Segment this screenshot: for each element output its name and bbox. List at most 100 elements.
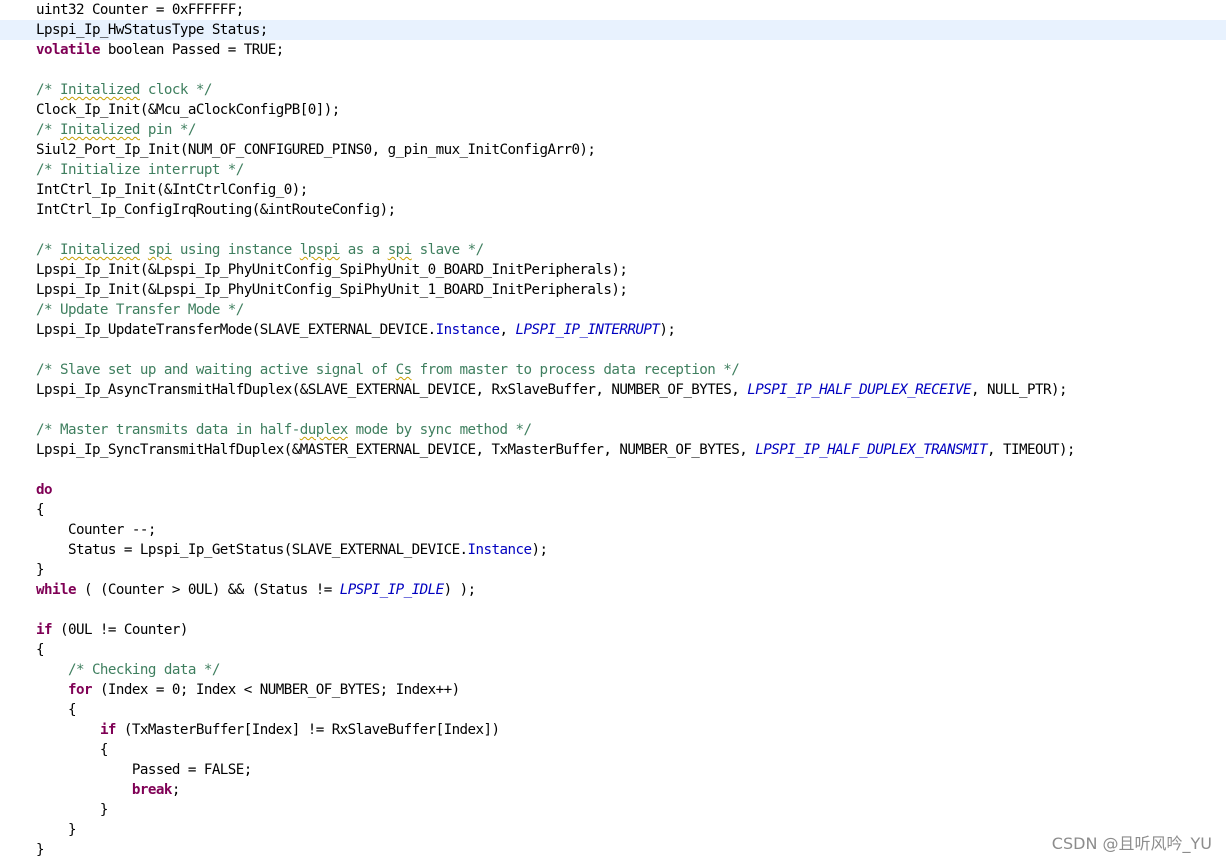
code-token: boolean Passed = TRUE; (99, 42, 284, 58)
code-editor[interactable]: uint32 Counter = 0xFFFFFF; Lpspi_Ip_HwSta… (0, 0, 1226, 862)
code-token: Passed = FALSE; (36, 762, 252, 778)
keyword-token: if (99, 722, 117, 738)
code-line[interactable]: } (0, 800, 1226, 820)
code-line-text: /* Initalized clock */ (36, 80, 212, 100)
code-token: (Index = 0; Index < NUMBER_OF_BYTES; Ind… (91, 682, 460, 698)
code-line[interactable]: if (TxMasterBuffer[Index] != RxSlaveBuff… (0, 720, 1226, 740)
code-token: IntCtrl_Ip_Init(&IntCtrlConfig_0); (36, 182, 308, 198)
code-line[interactable]: /* Initialize interrupt */ (0, 160, 1226, 180)
code-line-text: { (36, 500, 45, 520)
code-line-text: Siul2_Port_Ip_Init(NUM_OF_CONFIGURED_PIN… (36, 140, 596, 160)
code-line[interactable]: uint32 Counter = 0xFFFFFF; (0, 0, 1226, 20)
misspelled-word: Initalized (59, 242, 140, 258)
comment-token: using instance (171, 242, 300, 258)
field-token: Instance (467, 542, 532, 558)
misspelled-word: spi (387, 242, 413, 258)
keyword-token: while (36, 582, 77, 598)
code-line[interactable]: break; (0, 780, 1226, 800)
code-line-text: /* Initialize interrupt */ (36, 160, 244, 180)
comment-token: /* Checking data */ (67, 662, 220, 678)
code-line[interactable]: do (0, 480, 1226, 500)
code-line[interactable]: if (0UL != Counter) (0, 620, 1226, 640)
code-line[interactable]: /* Slave set up and waiting active signa… (0, 360, 1226, 380)
code-line[interactable]: Counter --; (0, 520, 1226, 540)
code-token: ; (171, 782, 181, 798)
code-line[interactable]: /* Initalized clock */ (0, 80, 1226, 100)
code-token: { (36, 502, 45, 518)
code-line[interactable]: Lpspi_Ip_SyncTransmitHalfDuplex(&MASTER_… (0, 440, 1226, 460)
code-token: { (36, 642, 45, 658)
code-line[interactable]: /* Update Transfer Mode */ (0, 300, 1226, 320)
code-line[interactable]: volatile boolean Passed = TRUE; (0, 40, 1226, 60)
code-line-text: volatile boolean Passed = TRUE; (36, 40, 284, 60)
code-line-text: } (36, 820, 77, 840)
code-token: Lpspi_Ip_HwStatusType Status; (36, 22, 268, 38)
code-line[interactable] (0, 60, 1226, 80)
code-line[interactable]: Clock_Ip_Init(&Mcu_aClockConfigPB[0]); (0, 100, 1226, 120)
comment-token: /* Slave set up and waiting active signa… (36, 362, 396, 378)
code-line[interactable]: /* Checking data */ (0, 660, 1226, 680)
comment-token: from master to process data reception */ (411, 362, 740, 378)
code-token: Counter --; (36, 522, 156, 538)
code-line-text: Passed = FALSE; (36, 760, 252, 780)
code-line[interactable]: Siul2_Port_Ip_Init(NUM_OF_CONFIGURED_PIN… (0, 140, 1226, 160)
code-line[interactable]: /* Initalized spi using instance lpspi a… (0, 240, 1226, 260)
code-line[interactable]: IntCtrl_Ip_Init(&IntCtrlConfig_0); (0, 180, 1226, 200)
code-line[interactable]: { (0, 700, 1226, 720)
code-token: (0UL != Counter) (51, 622, 188, 638)
code-line-text: Lpspi_Ip_UpdateTransferMode(SLAVE_EXTERN… (36, 320, 676, 340)
code-line[interactable]: Lpspi_Ip_AsyncTransmitHalfDuplex(&SLAVE_… (0, 380, 1226, 400)
code-line-text: Lpspi_Ip_Init(&Lpspi_Ip_PhyUnitConfig_Sp… (36, 260, 628, 280)
code-token: (TxMasterBuffer[Index] != RxSlaveBuffer[… (115, 722, 500, 738)
code-line[interactable]: } (0, 560, 1226, 580)
field-token: Instance (435, 322, 500, 338)
enum-token: LPSPI_IP_INTERRUPT (515, 322, 660, 338)
csdn-watermark: CSDN @且听风吟_YU (1051, 834, 1212, 853)
code-line-text: if (0UL != Counter) (36, 620, 188, 640)
keyword-token: break (131, 782, 173, 798)
code-line[interactable]: Passed = FALSE; (0, 760, 1226, 780)
code-line[interactable] (0, 400, 1226, 420)
code-line[interactable]: { (0, 640, 1226, 660)
misspelled-word: duplex (299, 422, 349, 438)
code-token: uint32 Counter = 0xFFFFFF; (36, 2, 244, 18)
code-line[interactable]: { (0, 740, 1226, 760)
code-line-text: Counter --; (36, 520, 156, 540)
code-line-text: { (36, 700, 77, 720)
code-line[interactable]: while ( (Counter > 0UL) && (Status != LP… (0, 580, 1226, 600)
code-line[interactable]: Lpspi_Ip_Init(&Lpspi_Ip_PhyUnitConfig_Sp… (0, 280, 1226, 300)
code-line[interactable]: for (Index = 0; Index < NUMBER_OF_BYTES;… (0, 680, 1226, 700)
code-line[interactable]: /* Initalized pin */ (0, 120, 1226, 140)
code-line[interactable] (0, 220, 1226, 240)
code-line-text: for (Index = 0; Index < NUMBER_OF_BYTES;… (36, 680, 460, 700)
code-line[interactable]: { (0, 500, 1226, 520)
code-line[interactable]: IntCtrl_Ip_ConfigIrqRouting(&intRouteCon… (0, 200, 1226, 220)
comment-token: slave */ (411, 242, 485, 258)
code-line[interactable]: } (0, 820, 1226, 840)
code-line[interactable]: Lpspi_Ip_HwStatusType Status; (0, 20, 1226, 40)
code-line-text: uint32 Counter = 0xFFFFFF; (36, 0, 244, 20)
comment-token: /* Update Transfer Mode */ (36, 302, 244, 318)
code-line[interactable]: Lpspi_Ip_UpdateTransferMode(SLAVE_EXTERN… (0, 320, 1226, 340)
code-line-text: Status = Lpspi_Ip_GetStatus(SLAVE_EXTERN… (36, 540, 548, 560)
code-line[interactable] (0, 600, 1226, 620)
code-token: ) ); (443, 582, 477, 598)
code-line[interactable]: Lpspi_Ip_Init(&Lpspi_Ip_PhyUnitConfig_Sp… (0, 260, 1226, 280)
code-line[interactable] (0, 340, 1226, 360)
code-line[interactable]: /* Master transmits data in half-duplex … (0, 420, 1226, 440)
code-line[interactable]: } (0, 840, 1226, 860)
code-line[interactable] (0, 460, 1226, 480)
misspelled-word: Cs (395, 362, 413, 378)
misspelled-word: lpspi (299, 242, 341, 258)
code-token: Status = Lpspi_Ip_GetStatus(SLAVE_EXTERN… (36, 542, 468, 558)
code-token: IntCtrl_Ip_ConfigIrqRouting(&intRouteCon… (36, 202, 396, 218)
comment-token: /* Initialize interrupt */ (36, 162, 244, 178)
keyword-token: do (36, 482, 53, 498)
code-line-text: IntCtrl_Ip_ConfigIrqRouting(&intRouteCon… (36, 200, 396, 220)
code-token: , NULL_PTR); (971, 382, 1067, 398)
code-line-text: /* Initalized pin */ (36, 120, 196, 140)
code-line[interactable]: Status = Lpspi_Ip_GetStatus(SLAVE_EXTERN… (0, 540, 1226, 560)
code-line-text: Lpspi_Ip_Init(&Lpspi_Ip_PhyUnitConfig_Sp… (36, 280, 628, 300)
